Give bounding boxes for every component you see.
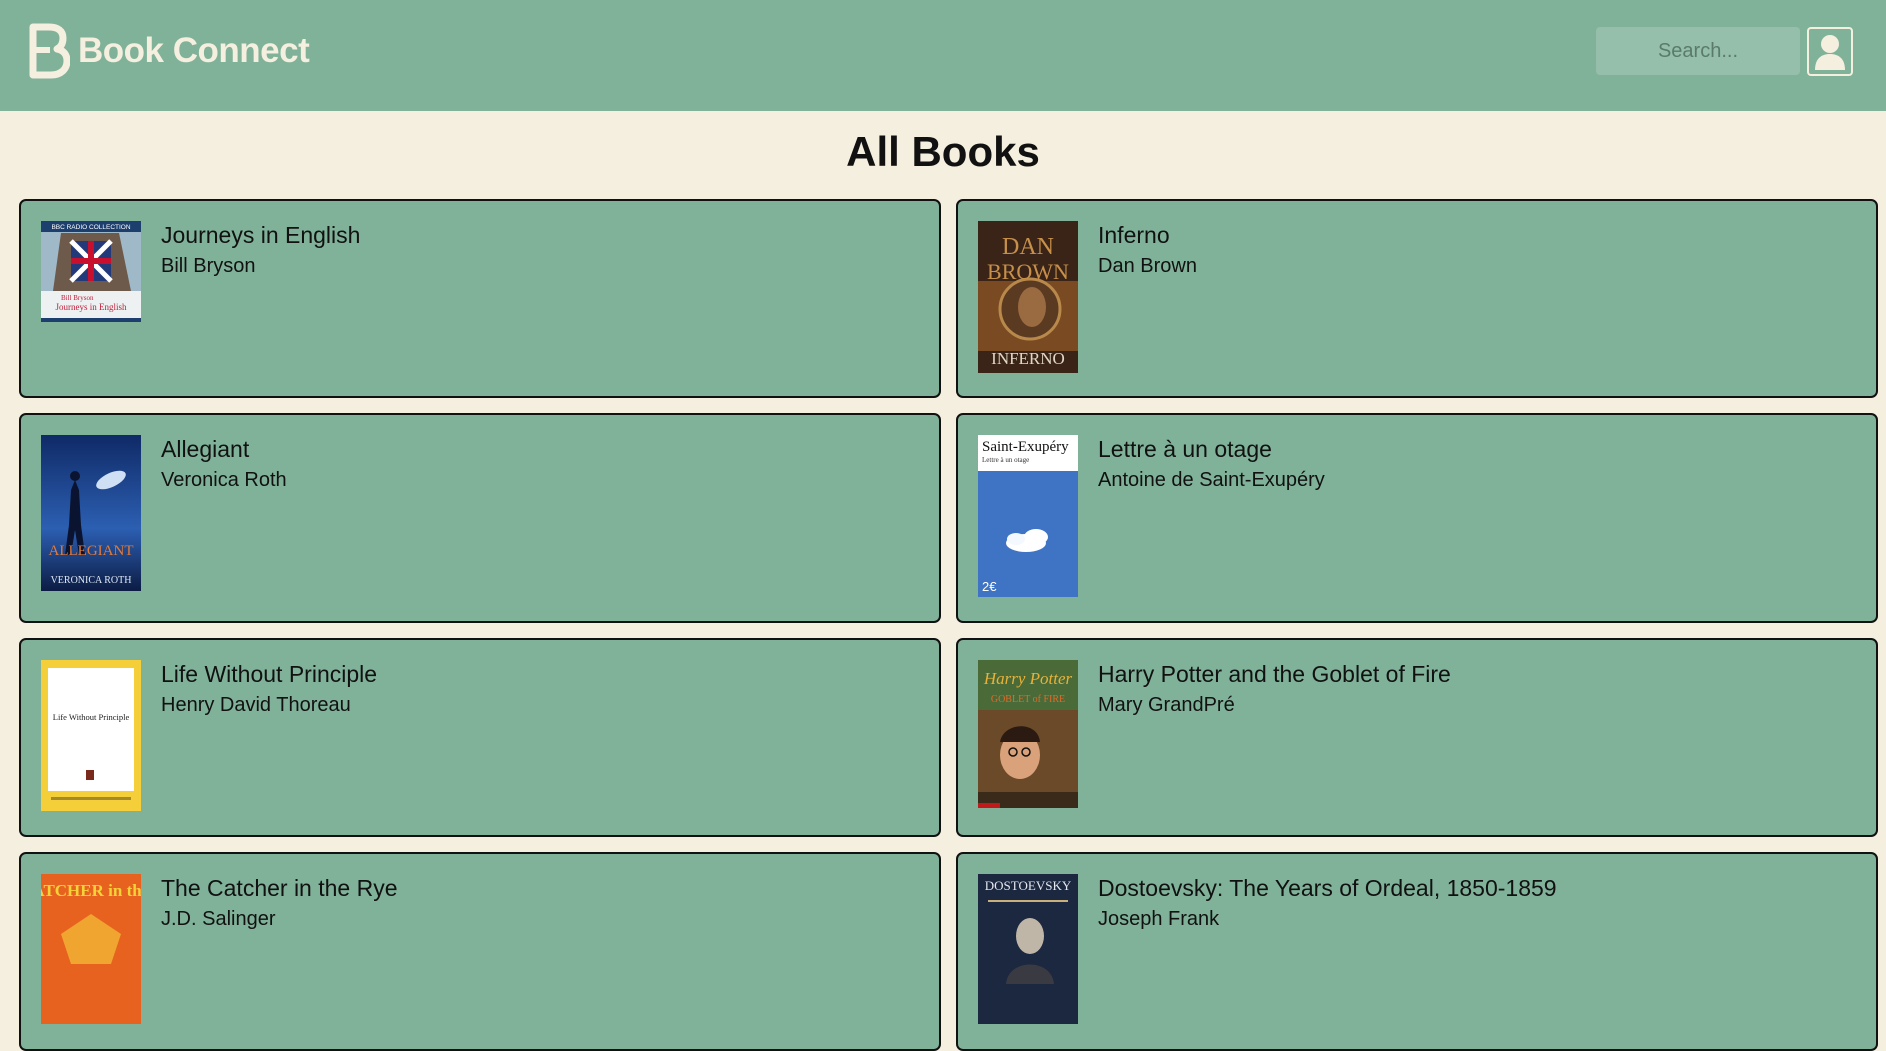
book-title: Harry Potter and the Goblet of Fire <box>1098 661 1451 687</box>
book-title: Dostoevsky: The Years of Ordeal, 1850-18… <box>1098 875 1557 901</box>
book-author: Henry David Thoreau <box>161 694 351 716</box>
book-author: Joseph Frank <box>1098 908 1220 930</box>
user-button[interactable] <box>1807 27 1853 76</box>
book-card[interactable]: DAN BROWN INFERNO Inferno Dan Brown <box>956 199 1878 398</box>
cover-text: Bill Bryson <box>61 294 94 302</box>
book-title: The Catcher in the Rye <box>161 875 398 901</box>
cover-text: Harry Potter <box>983 669 1073 688</box>
logo-b-icon <box>29 23 70 79</box>
app-name: Book Connect <box>78 31 310 70</box>
book-info: The Catcher in the Rye J.D. Salinger <box>161 874 398 1029</box>
book-cover: Harry Potter GOBLET of FIRE <box>978 660 1078 808</box>
cover-text: Life Without Principle <box>53 712 130 722</box>
book-author: Antoine de Saint-Exupéry <box>1098 469 1325 491</box>
book-author: Bill Bryson <box>161 255 256 277</box>
book-author: J.D. Salinger <box>161 908 276 930</box>
book-cover: the CATCHER in the RYE <box>41 874 141 1024</box>
book-title: Inferno <box>1098 222 1170 248</box>
book-info: Journeys in English Bill Bryson <box>161 221 360 376</box>
cover-text: GOBLET of FIRE <box>991 694 1065 705</box>
search-input[interactable] <box>1596 27 1800 75</box>
book-cover: DOSTOEVSKY <box>978 874 1078 1024</box>
brand[interactable]: Book Connect <box>28 23 310 79</box>
cover-text: Lettre à un otage <box>982 456 1029 464</box>
book-author: Mary GrandPré <box>1098 694 1235 716</box>
book-card[interactable]: BBC RADIO COLLECTION Bill Bryson Journey… <box>19 199 941 398</box>
book-card[interactable]: DOSTOEVSKY Dostoevsky: The Years of Orde… <box>956 852 1878 1051</box>
book-cover: Saint-Exupéry Lettre à un otage 2€ <box>978 435 1078 597</box>
book-info: Allegiant Veronica Roth <box>161 435 287 601</box>
book-cover: ALLEGIANT VERONICA ROTH <box>41 435 141 591</box>
book-card[interactable]: Life Without Principle Life Without Prin… <box>19 638 941 837</box>
book-author: Dan Brown <box>1098 255 1197 277</box>
book-cover: Life Without Principle <box>41 660 141 811</box>
book-title: Allegiant <box>161 436 250 462</box>
cover-text: Journeys in English <box>56 302 127 312</box>
cover-text: VERONICA ROTH <box>51 575 132 586</box>
book-title: Journeys in English <box>161 222 361 248</box>
page-title: All Books <box>846 128 1040 175</box>
cover-text: ALLEGIANT <box>49 543 134 559</box>
book-info: Lettre à un otage Antoine de Saint-Exupé… <box>1098 435 1325 601</box>
cover-text: BROWN <box>987 259 1069 284</box>
book-title: Lettre à un otage <box>1098 436 1272 462</box>
book-card[interactable]: Saint-Exupéry Lettre à un otage 2€ Lettr… <box>956 413 1878 623</box>
cover-text: the CATCHER in the RYE <box>41 881 141 900</box>
book-card[interactable]: Harry Potter GOBLET of FIRE Harry Potter… <box>956 638 1878 837</box>
cover-text: BBC RADIO COLLECTION <box>51 224 130 231</box>
book-info: Dostoevsky: The Years of Ordeal, 1850-18… <box>1098 874 1557 1029</box>
book-cover: BBC RADIO COLLECTION Bill Bryson Journey… <box>41 221 141 322</box>
cover-text: DOSTOEVSKY <box>985 878 1072 893</box>
cover-text: 2€ <box>982 579 997 594</box>
book-card[interactable]: ALLEGIANT VERONICA ROTH Allegiant Veroni… <box>19 413 941 623</box>
book-info: Harry Potter and the Goblet of Fire Mary… <box>1098 660 1451 815</box>
book-cover: DAN BROWN INFERNO <box>978 221 1078 373</box>
cover-text: DAN <box>1002 234 1054 260</box>
book-title: Life Without Principle <box>161 661 378 687</box>
book-card[interactable]: the CATCHER in the RYE The Catcher in th… <box>19 852 941 1051</box>
cover-text: Saint-Exupéry <box>982 439 1069 455</box>
book-info: Life Without Principle Henry David Thore… <box>161 660 377 815</box>
app-header: Book Connect <box>0 0 1886 111</box>
book-author: Veronica Roth <box>161 469 287 491</box>
book-list: BBC RADIO COLLECTION Bill Bryson Journey… <box>19 199 1880 1051</box>
user-icon <box>1815 34 1845 70</box>
book-info: Inferno Dan Brown <box>1098 221 1197 376</box>
cover-text: INFERNO <box>991 349 1065 368</box>
